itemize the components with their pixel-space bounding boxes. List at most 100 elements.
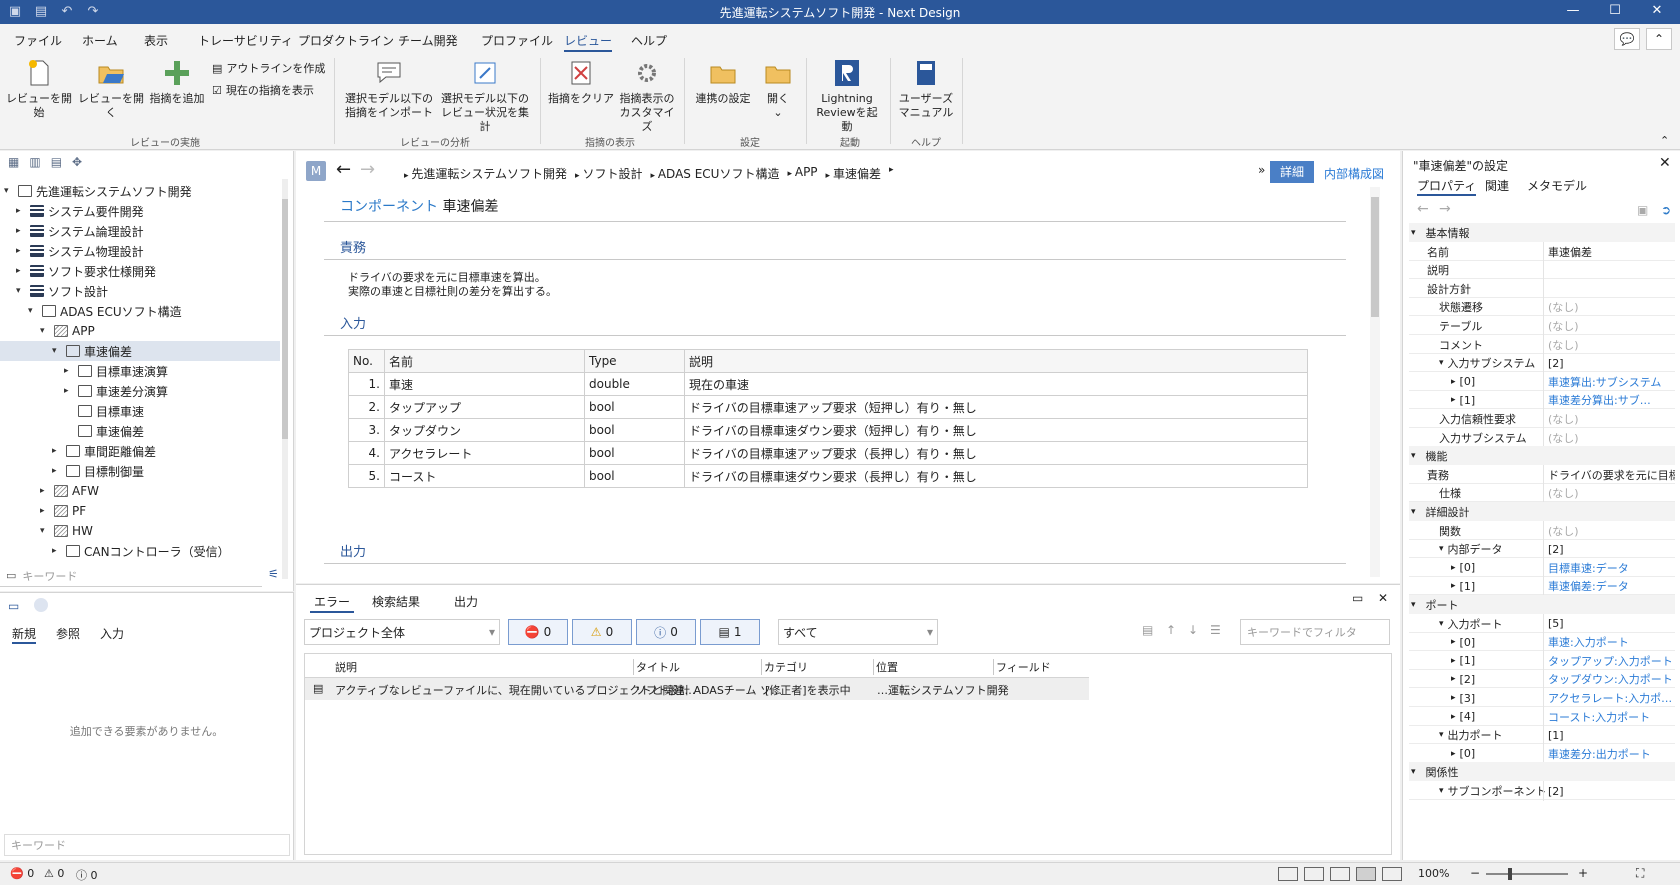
add-comment-button[interactable]: 指摘を追加 — [146, 58, 208, 106]
property-row[interactable]: ▸ [1] タップアップ:入力ポート — [1409, 650, 1675, 671]
property-value[interactable]: 車速算出:サブシステム — [1543, 371, 1675, 392]
property-row[interactable]: 状態遷移 (なし) — [1409, 297, 1675, 318]
collapse-arrow-icon[interactable]: ▾ — [16, 286, 26, 296]
expand-arrow-icon[interactable]: ▸ — [1451, 637, 1456, 647]
tree-item[interactable]: ▸ システム要件開発 — [0, 201, 280, 221]
collapse-arrow-icon[interactable]: ▾ — [1439, 544, 1444, 554]
zoom-slider-thumb[interactable] — [1508, 868, 1512, 880]
property-row[interactable]: ▸ [0] 車速:入力ポート — [1409, 632, 1675, 653]
clear-list-icon[interactable]: ☰ — [1210, 623, 1221, 637]
tree-item[interactable]: ▸ CANコントローラ（受信） — [0, 541, 280, 561]
tab-output[interactable]: 出力 — [454, 593, 478, 610]
expand-arrow-icon[interactable]: ▸ — [1451, 581, 1456, 591]
user-manual-button[interactable]: ユーザーズ マニュアル — [896, 58, 956, 120]
table-row[interactable]: 2. タップアップ bool ドライバの目標車速アップ要求（短押し）有り・無し — [348, 395, 1308, 419]
down-arrow-icon[interactable]: ↓ — [1188, 623, 1198, 637]
maximize-button[interactable]: ☐ — [1592, 0, 1638, 24]
collapse-arrow-icon[interactable]: ▾ — [1411, 507, 1416, 517]
tree-item[interactable]: ▸ 車速差分演算 — [0, 381, 280, 401]
property-row[interactable]: 仕様 (なし) — [1409, 483, 1675, 504]
property-row[interactable]: コメント (なし) — [1409, 334, 1675, 355]
tab-relations[interactable]: 関連 — [1485, 177, 1509, 194]
import-comments-button[interactable]: 選択モデル以下の 指摘をインポート — [344, 58, 434, 120]
layout-focus-icon[interactable] — [1356, 867, 1376, 881]
expand-arrow-icon[interactable]: ▸ — [40, 486, 50, 496]
tab-input[interactable]: 入力 — [100, 625, 124, 642]
property-row[interactable]: ▸ [0] 目標車速:データ — [1409, 557, 1675, 578]
property-row[interactable]: 入力サブシステム (なし) — [1409, 427, 1675, 448]
property-value[interactable]: 車速差分算出:サブ… — [1543, 390, 1675, 411]
collapse-ribbon-icon[interactable]: ⌃ — [1646, 28, 1672, 50]
expand-arrow-icon[interactable]: ▸ — [52, 546, 62, 556]
create-outline-button[interactable]: ▤ アウトラインを作成 — [212, 60, 325, 76]
collapse-arrow-icon[interactable]: ▾ — [1439, 358, 1444, 368]
col-category[interactable]: カテゴリ — [761, 659, 808, 675]
tree-item[interactable]: 車速偏差 — [0, 421, 280, 441]
collapse-arrow-icon[interactable]: ▾ — [28, 306, 38, 316]
tree-item[interactable]: ▸ 目標制御量 — [0, 461, 280, 481]
status-info[interactable]: ⓘ 0 — [76, 867, 98, 883]
property-value[interactable]: 車速差分:出力ポート — [1543, 743, 1675, 764]
property-value[interactable]: 目標車速:データ — [1543, 557, 1675, 578]
navigate-icon[interactable]: ➲ — [1661, 203, 1671, 217]
back-icon[interactable]: ← — [1417, 201, 1429, 217]
tree-item[interactable]: ▸ ソフト要求仕様開発 — [0, 261, 280, 281]
property-category[interactable]: ▾ 機能 — [1409, 446, 1675, 466]
fullscreen-icon[interactable]: ⛶ — [1636, 866, 1644, 881]
expand-arrow-icon[interactable]: ▸ — [64, 366, 74, 376]
collapse-arrow-icon[interactable]: ▾ — [1439, 619, 1444, 629]
close-button[interactable]: ✕ — [1634, 0, 1680, 24]
filter-select[interactable]: すべて ▾ — [778, 619, 938, 645]
property-row[interactable]: ▾ 入力ポート [5] — [1409, 613, 1675, 634]
expand-arrow-icon[interactable]: ▸ — [52, 446, 62, 456]
property-row[interactable]: ▾ 入力サブシステム [2] — [1409, 353, 1675, 374]
menu-home[interactable]: ホーム — [82, 32, 118, 49]
aggregate-status-button[interactable]: 選択モデル以下の レビュー状況を集計 — [438, 58, 532, 134]
tree-item[interactable]: ▸ システム物理設計 — [0, 241, 280, 261]
pin-icon[interactable]: ▣ — [1637, 203, 1648, 217]
forward-icon[interactable]: → — [360, 159, 375, 180]
navigator-tool3-icon[interactable]: ✥ — [72, 155, 82, 169]
scope-select[interactable]: プロジェクト全体 ▾ — [304, 619, 500, 645]
layout-left-icon[interactable] — [1278, 867, 1298, 881]
tree-item[interactable]: 目標車速 — [0, 401, 280, 421]
layout-split-icon[interactable] — [1330, 867, 1350, 881]
open-dropdown-button[interactable]: 開く ⌄ — [758, 58, 798, 120]
property-category[interactable]: ▾ 基本情報 — [1409, 223, 1675, 242]
zoom-fit-icon[interactable] — [1382, 867, 1402, 881]
restore-panel-icon[interactable]: ▭ — [1352, 591, 1363, 605]
customize-display-button[interactable]: 指摘表示の カスタマイズ — [616, 58, 678, 134]
property-row[interactable]: ▸ [2] タップダウン:入力ポート — [1409, 669, 1675, 690]
property-row[interactable]: ▸ [1] 車速偏差:データ — [1409, 576, 1675, 597]
property-row[interactable]: 名前 車速偏差 — [1409, 241, 1675, 262]
collapse-arrow-icon[interactable]: ▾ — [1411, 600, 1416, 610]
menu-productline[interactable]: プロダクトライン — [298, 32, 394, 49]
close-panel-icon[interactable]: ✕ — [1378, 591, 1388, 605]
breadcrumb-item[interactable]: ▸ 先進運転システムソフト開発 — [404, 165, 567, 182]
property-row[interactable]: テーブル (なし) — [1409, 316, 1675, 336]
forward-icon[interactable]: → — [1439, 201, 1451, 217]
col-field[interactable]: フィールド — [993, 659, 1051, 675]
tree-item[interactable]: ▸ 目標車速演算 — [0, 361, 280, 381]
col-location[interactable]: 位置 — [873, 659, 898, 675]
collapse-arrow-icon[interactable]: ▾ — [4, 186, 14, 196]
palette-keyword-input[interactable]: キーワード — [4, 834, 290, 856]
start-review-button[interactable]: レビューを開始 — [6, 58, 72, 120]
back-icon[interactable]: ← — [336, 159, 351, 180]
menu-help[interactable]: ヘルプ — [631, 32, 667, 49]
tab-errors[interactable]: エラー — [309, 593, 355, 613]
navigator-tool-icon[interactable]: ▥ — [29, 155, 40, 169]
info-count-button[interactable]: ⓘ 0 — [636, 619, 696, 645]
collapse-arrow-icon[interactable]: ▾ — [40, 526, 50, 536]
expand-arrow-icon[interactable]: ▸ — [52, 466, 62, 476]
message-count-button[interactable]: ▤ 1 — [700, 619, 760, 645]
menu-review[interactable]: レビュー — [564, 32, 613, 52]
expand-arrow-icon[interactable]: ▸ — [1451, 749, 1456, 759]
property-value[interactable]: タップダウン:入力ポート — [1543, 669, 1675, 690]
connection-settings-button[interactable]: 連携の設定 — [690, 58, 756, 106]
collapse-arrow-icon[interactable]: ▾ — [1411, 451, 1416, 461]
property-row[interactable]: ▸ [0] 車速算出:サブシステム — [1409, 371, 1675, 392]
collapse-arrow-icon[interactable]: ▾ — [1411, 228, 1416, 238]
expand-arrow-icon[interactable]: ▸ — [1451, 563, 1456, 573]
table-row[interactable]: 5. コースト bool ドライバの目標車速ダウン要求（長押し）有り・無し — [348, 464, 1308, 488]
